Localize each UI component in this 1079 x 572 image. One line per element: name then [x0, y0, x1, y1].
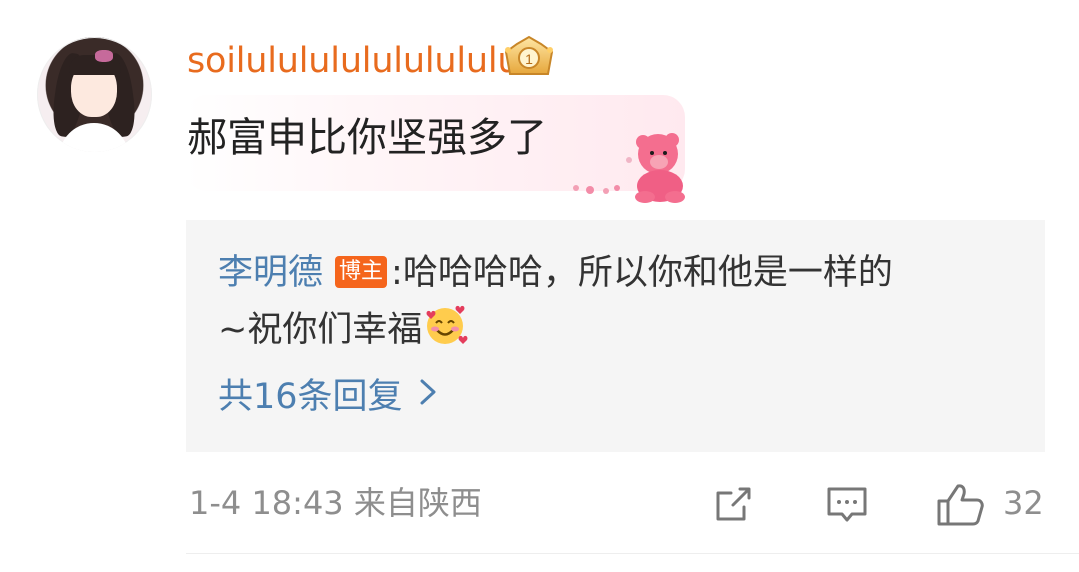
reply-line-2: ~祝你们幸福	[218, 303, 468, 353]
comment-text: 郝富申比你坚强多了	[187, 115, 547, 161]
crown-badge-icon[interactable]: 1	[500, 34, 558, 82]
user-avatar[interactable]	[37, 37, 152, 152]
comment-location: 来自陕西	[353, 484, 482, 522]
reply-text-line-1: 哈哈哈哈，所以你和他是一样的	[402, 253, 893, 293]
reply-author-link[interactable]: 李明德	[218, 253, 323, 293]
blogger-badge: 博主	[335, 256, 388, 288]
like-count: 32	[1003, 484, 1044, 522]
chevron-right-icon	[420, 379, 436, 405]
svg-text:1: 1	[525, 51, 533, 67]
comment-divider	[186, 553, 1079, 554]
thumbs-up-icon[interactable]	[935, 481, 987, 529]
username-link[interactable]: soilululululululululu	[187, 40, 520, 82]
comment-meta: 1-4 18:43 来自陕西	[189, 482, 482, 524]
comment-icon[interactable]	[823, 481, 871, 529]
reply-separator: :	[391, 253, 403, 293]
avatar-bow	[95, 50, 113, 62]
comment-timestamp: 1-4 18:43	[189, 484, 344, 522]
reply-text-line-2: ~祝你们幸福	[218, 310, 423, 350]
reply-line-1: 李明德 博主:哈哈哈哈，所以你和他是一样的	[218, 250, 893, 296]
share-icon[interactable]	[709, 481, 757, 529]
view-all-replies-link[interactable]: 共16条回复	[218, 374, 439, 420]
pink-bear-sticker-icon	[573, 133, 685, 203]
smiling-face-with-hearts-emoji-icon	[426, 305, 468, 344]
reply-count-label: 共16条回复	[218, 377, 403, 417]
